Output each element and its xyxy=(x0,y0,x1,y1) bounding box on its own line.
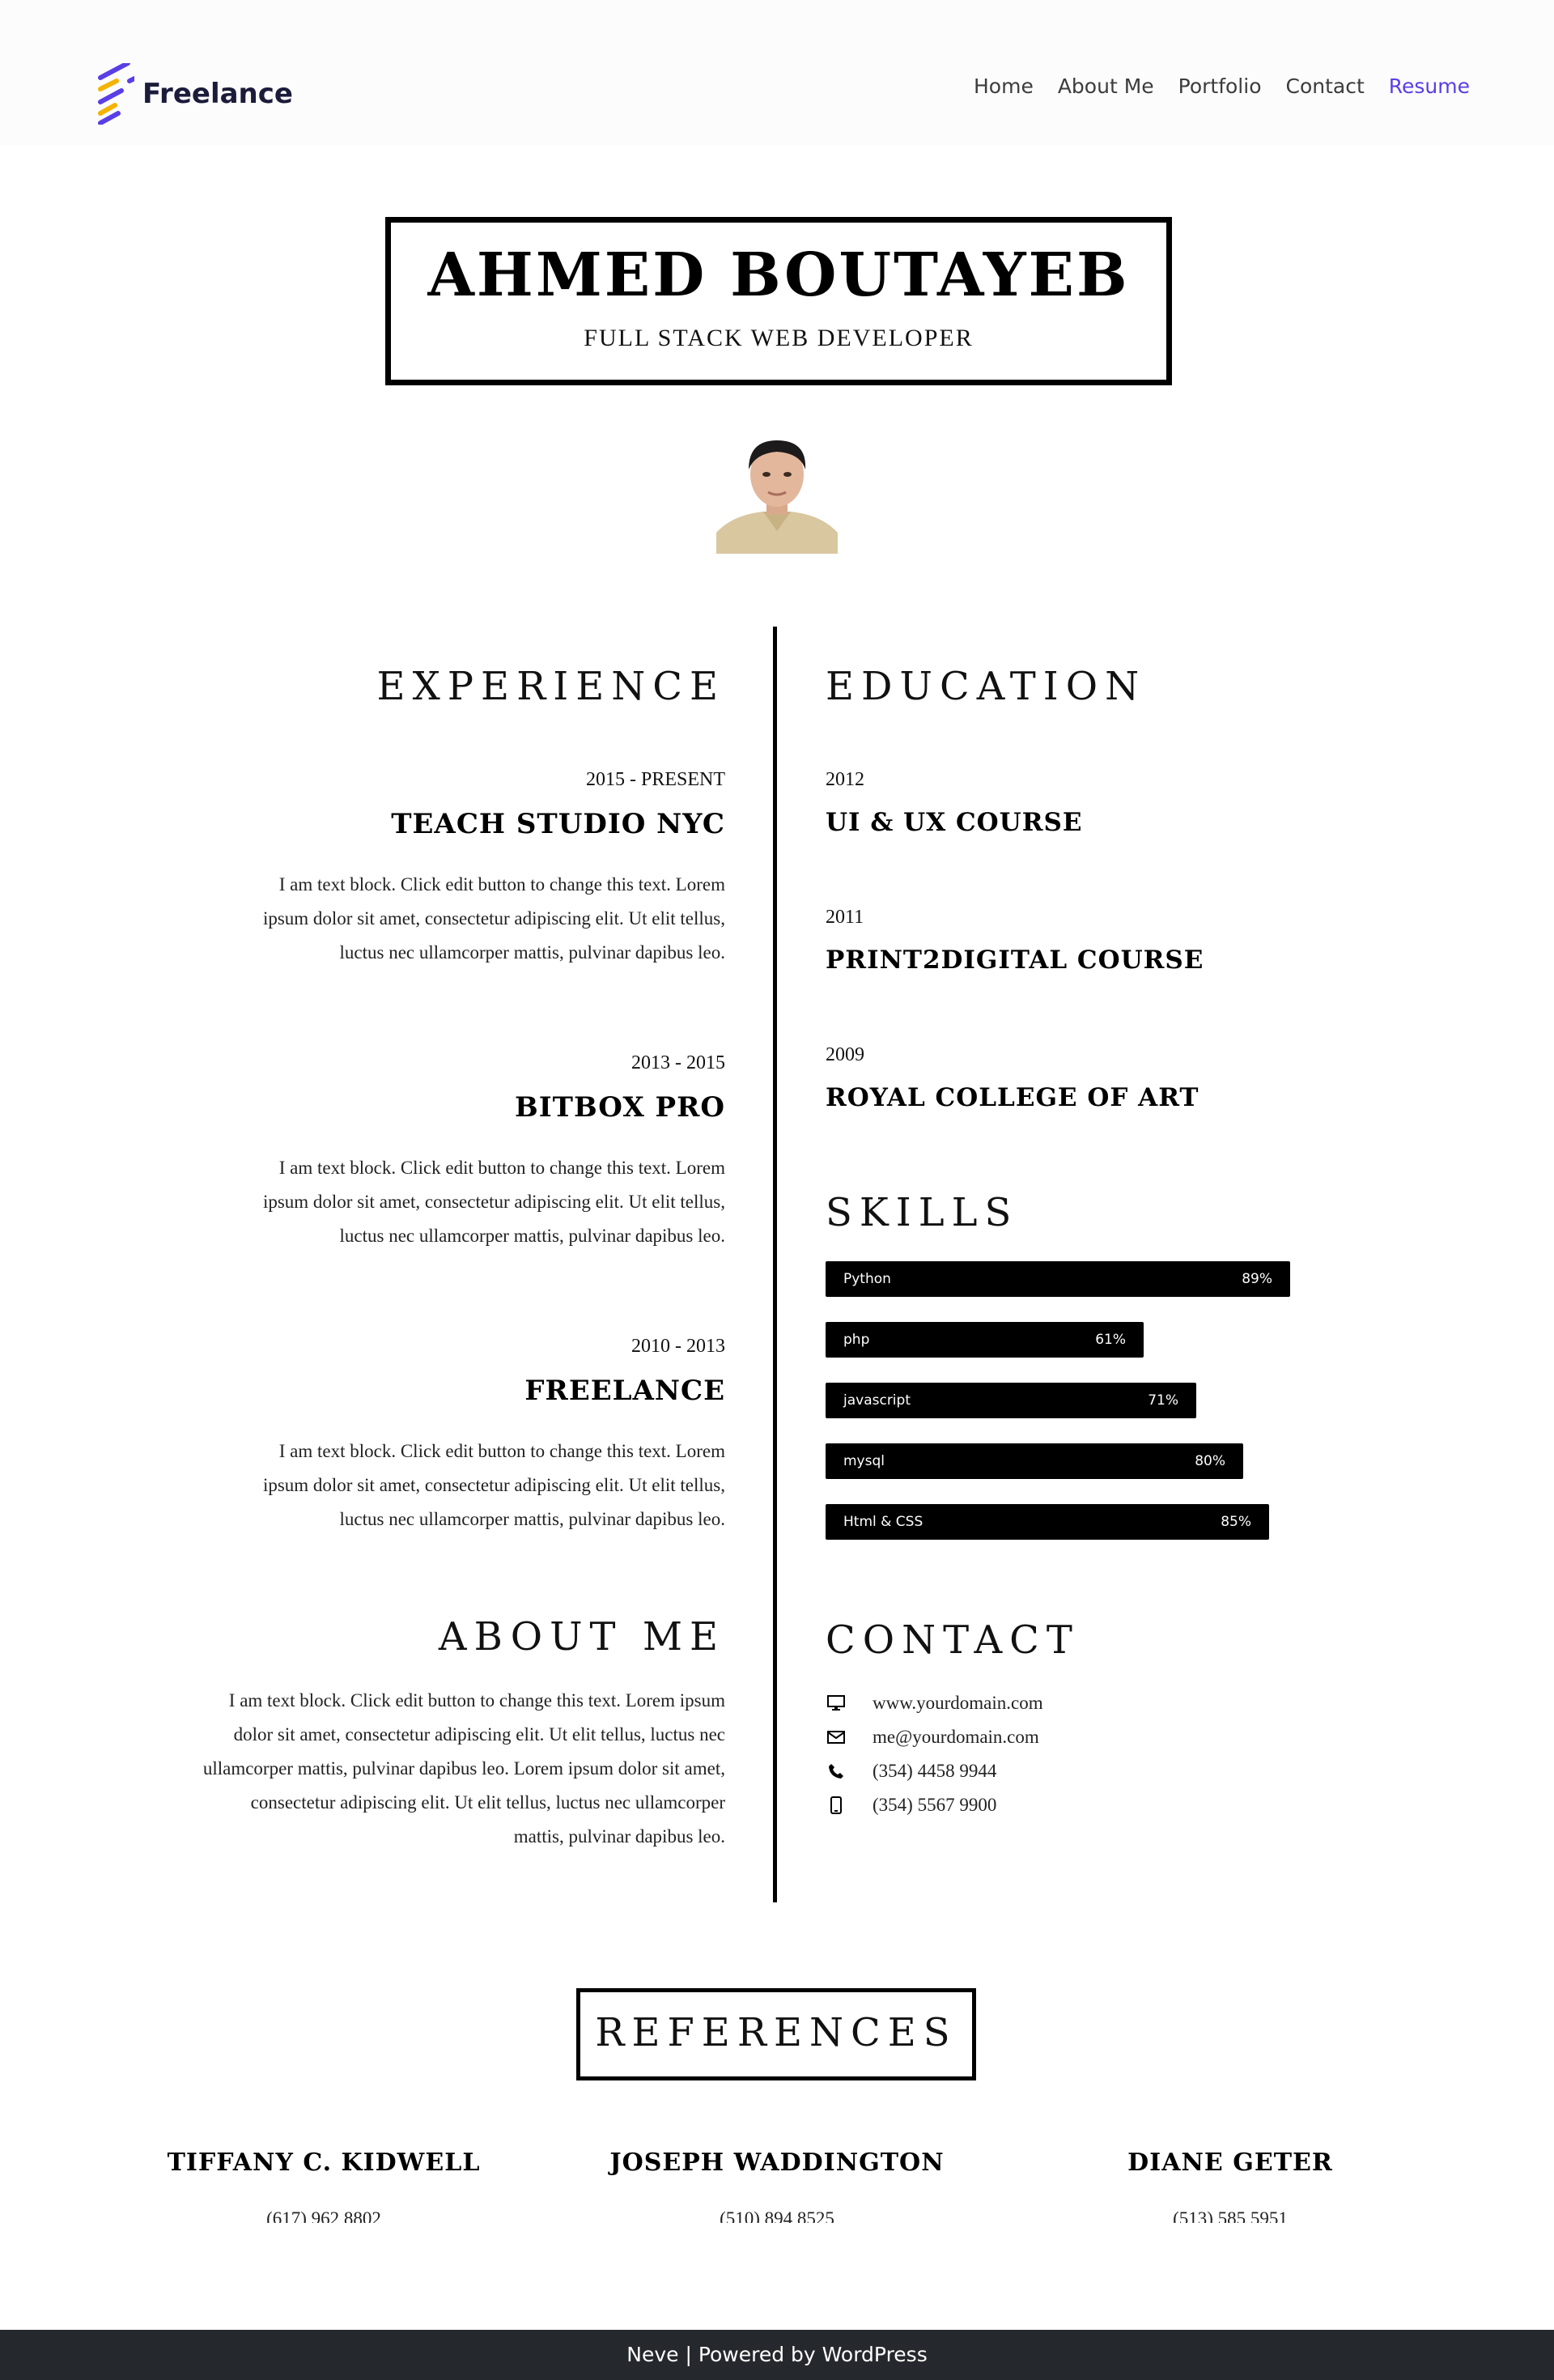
skill-percent: 85% xyxy=(1221,1514,1251,1530)
skill-percent: 89% xyxy=(1242,1271,1272,1287)
experience-heading: EXPERIENCE xyxy=(376,664,725,709)
person-role: FULL STACK WEB DEVELOPER xyxy=(584,325,974,351)
education-course: UI & UX COURSE xyxy=(826,808,1083,837)
column-divider xyxy=(773,627,777,1902)
reference-phone: (513) 585 5951 xyxy=(1173,2208,1288,2223)
education-year: 2012 xyxy=(826,769,864,790)
references-heading-box: REFERENCES xyxy=(576,1988,976,2080)
skill-name: php xyxy=(843,1332,870,1348)
footer-text[interactable]: Neve | Powered by WordPress xyxy=(626,2343,927,2366)
education-course: PRINT2DIGITAL COURSE xyxy=(826,946,1204,975)
nav-resume[interactable]: Resume xyxy=(1389,74,1470,98)
site-footer: Neve | Powered by WordPress xyxy=(0,2330,1554,2380)
logo-icon xyxy=(98,63,134,125)
skill-percent: 61% xyxy=(1095,1332,1126,1348)
skill-name: Python xyxy=(843,1271,891,1287)
skill-name: javascript xyxy=(843,1392,911,1409)
skills-heading: SKILLS xyxy=(826,1190,1019,1235)
nav-about-me[interactable]: About Me xyxy=(1058,74,1154,98)
education-year: 2009 xyxy=(826,1044,864,1065)
contact-phone: (354) 4458 9944 xyxy=(826,1755,996,1787)
contact-text[interactable]: me@yourdomain.com xyxy=(873,1727,1039,1748)
experience-date: 2010 - 2013 xyxy=(631,1336,725,1357)
skill-bar: mysql 80% xyxy=(826,1443,1243,1479)
nav-home[interactable]: Home xyxy=(974,74,1034,98)
contact-website: www.yourdomain.com xyxy=(826,1687,1043,1719)
skill-percent: 71% xyxy=(1148,1392,1178,1409)
skill-bar: Html & CSS 85% xyxy=(826,1504,1269,1540)
reference-name: TIFFANY C. KIDWELL xyxy=(167,2148,481,2177)
name-title-box: AHMED BOUTAYEB FULL STACK WEB DEVELOPER xyxy=(385,217,1172,385)
person-name: AHMED BOUTAYEB xyxy=(427,240,1130,310)
nav-contact[interactable]: Contact xyxy=(1286,74,1365,98)
experience-date: 2013 - 2015 xyxy=(631,1052,725,1073)
contact-heading: CONTACT xyxy=(826,1617,1080,1663)
envelope-icon xyxy=(826,1727,847,1748)
education-course: ROYAL COLLEGE OF ART xyxy=(826,1083,1199,1112)
desktop-icon xyxy=(826,1693,847,1714)
nav-portfolio[interactable]: Portfolio xyxy=(1178,74,1262,98)
experience-company: TEACH STUDIO NYC xyxy=(391,808,725,840)
contact-text[interactable]: www.yourdomain.com xyxy=(873,1693,1043,1714)
experience-company: BITBOX PRO xyxy=(515,1091,725,1124)
references-heading: REFERENCES xyxy=(595,2010,957,2055)
logo-text: Freelance xyxy=(142,78,293,110)
experience-company: FREELANCE xyxy=(524,1375,725,1407)
skill-name: Html & CSS xyxy=(843,1514,923,1530)
experience-date: 2015 - PRESENT xyxy=(585,769,725,790)
mobile-icon xyxy=(826,1795,847,1816)
experience-description: I am text block. Click edit button to ch… xyxy=(262,1158,725,1246)
experience-description: I am text block. Click edit button to ch… xyxy=(262,874,725,963)
reference-name: JOSEPH WADDINGTON xyxy=(609,2148,945,2177)
site-logo[interactable]: Freelance xyxy=(97,63,293,125)
skill-percent: 80% xyxy=(1195,1453,1225,1469)
phone-icon xyxy=(826,1761,847,1782)
education-year: 2011 xyxy=(826,907,864,928)
skill-bar: Python 89% xyxy=(826,1261,1290,1297)
profile-photo xyxy=(716,434,838,554)
about-heading: ABOUT ME xyxy=(438,1614,725,1660)
reference-phone: (510) 894 8525 xyxy=(720,2208,834,2223)
contact-email: me@yourdomain.com xyxy=(826,1721,1039,1753)
contact-mobile: (354) 5567 9900 xyxy=(826,1789,996,1821)
contact-text[interactable]: (354) 4458 9944 xyxy=(873,1761,996,1782)
site-header: Freelance Home About Me Portfolio Contac… xyxy=(0,0,1554,146)
about-text: I am text block. Click edit button to ch… xyxy=(202,1690,725,1847)
education-heading: EDUCATION xyxy=(826,664,1147,709)
skill-bar: php 61% xyxy=(826,1322,1144,1358)
experience-description: I am text block. Click edit button to ch… xyxy=(262,1441,725,1529)
reference-name: DIANE GETER xyxy=(1127,2148,1333,2177)
main-nav: Home About Me Portfolio Contact Resume xyxy=(974,74,1470,98)
contact-text[interactable]: (354) 5567 9900 xyxy=(873,1795,996,1816)
skill-name: mysql xyxy=(843,1453,885,1469)
reference-phone: (617) 962 8802 xyxy=(266,2208,381,2223)
skill-bar: javascript 71% xyxy=(826,1383,1196,1418)
